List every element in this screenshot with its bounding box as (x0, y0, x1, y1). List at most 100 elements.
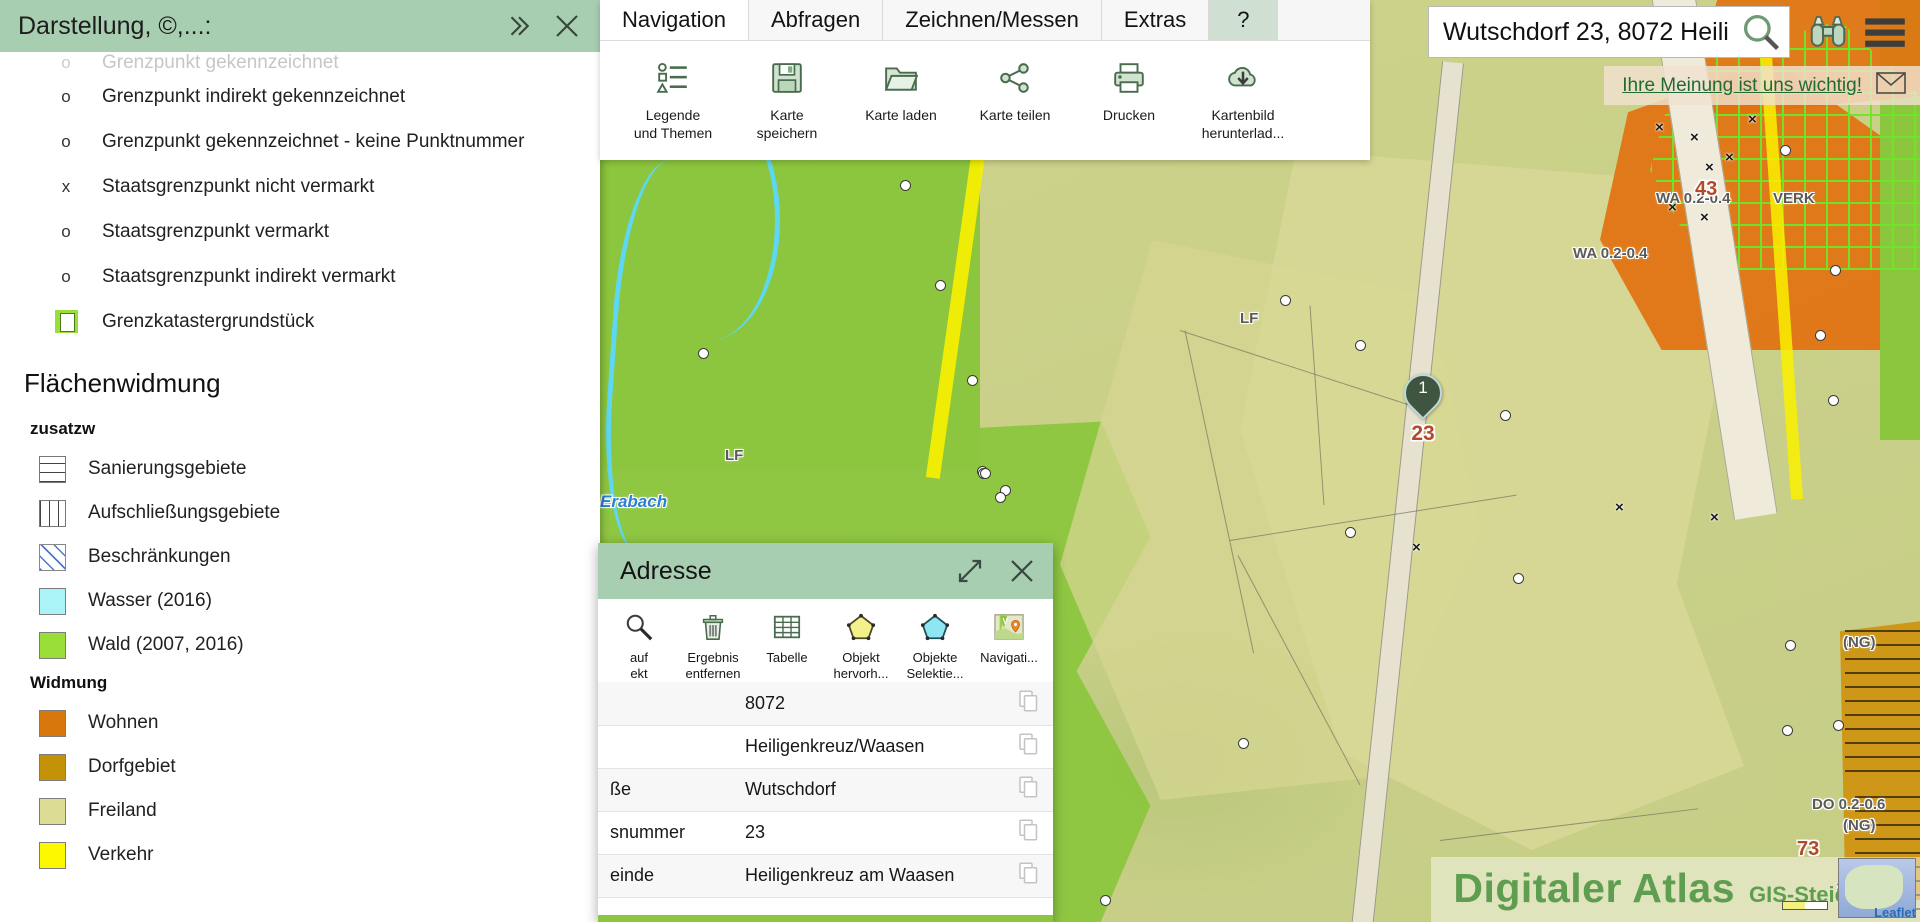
attribute-key: snummer (598, 811, 733, 855)
survey-point (1355, 340, 1366, 351)
attribute-value: 8072 (733, 682, 1005, 726)
legend-symbol: o (30, 87, 102, 107)
legend-item-zusatzw[interactable]: Aufschließungsgebiete (0, 491, 600, 535)
envelope-icon[interactable] (1876, 72, 1906, 99)
legend-item-label: Wohnen (88, 712, 159, 733)
circle-marker-icon: o (61, 53, 71, 72)
legend-swatch (38, 543, 66, 571)
feedback-link[interactable]: Ihre Meinung ist uns wichtig! (1622, 75, 1862, 97)
legend-item-grenzpunkt[interactable]: o Grenzpunkt gekennzeichnet (0, 52, 600, 74)
attribute-key: ße (598, 768, 733, 812)
legend-item-label: Grenzpunkt indirekt gekennzeichnet (102, 85, 406, 107)
address-result-dialog: Adresse auf ekt Ergebnis entfernen Tabel… (598, 543, 1053, 922)
dialog-button-table[interactable]: Tabelle (750, 607, 824, 682)
legend-symbol: o (30, 222, 102, 242)
survey-point (1782, 725, 1793, 736)
search-input-wrapper[interactable] (1428, 6, 1790, 58)
ribbon-button-bar: Legende und Themen Karte speichern Karte l… (600, 41, 1370, 160)
legend-item-grenzpunkt[interactable]: o Staatsgrenzpunkt indirekt vermarkt (0, 254, 600, 299)
map-label: LF (1240, 310, 1259, 327)
top-icon-group (1790, 14, 1920, 50)
dialog-button-select-objects[interactable]: Objekte Selektie... (898, 607, 972, 682)
dialog-button-navigation-map[interactable]: V Navigati... (972, 607, 1046, 682)
ribbon-button-cloud-download[interactable]: Kartenbild herunterlad... (1188, 51, 1298, 160)
legend-item-grenzpunkt[interactable]: o Grenzpunkt gekennzeichnet - keine Punk… (0, 119, 600, 164)
circle-marker-icon: o (61, 266, 71, 286)
legend-panel-header: Darstellung, ©,...: (0, 0, 600, 52)
address-table-row: 8072 (598, 682, 1053, 726)
legend-item-grenzpunkt[interactable]: x Staatsgrenzpunkt nicht vermarkt (0, 164, 600, 209)
legend-symbol (30, 310, 102, 333)
cloud-download-icon (1226, 55, 1260, 101)
ribbon-button-share[interactable]: Karte teilen (960, 51, 1070, 160)
address-marker-pin[interactable]: 1 23 (1396, 366, 1450, 445)
dialog-button-label: Objekte Selektie... (906, 650, 964, 681)
ribbon-button-legend[interactable]: Legende und Themen (618, 51, 728, 160)
dialog-button-zoom-to-object[interactable]: auf ekt (602, 607, 676, 682)
survey-point (900, 180, 911, 191)
legend-item-zusatzw[interactable]: Wasser (2016) (0, 579, 600, 623)
ribbon-button-save[interactable]: Karte speichern (732, 51, 842, 160)
attribute-key: einde (598, 854, 733, 898)
map-label: LF (725, 447, 744, 464)
ribbon-tab-abfragen[interactable]: Abfragen (748, 0, 884, 40)
legend-symbol (16, 631, 88, 659)
legend-item-grenzpunkt[interactable]: o Staatsgrenzpunkt vermarkt (0, 209, 600, 254)
ribbon-button-label: Karte laden (865, 107, 937, 123)
ribbon-tab-zeichnen-messen[interactable]: Zeichnen/Messen (883, 0, 1102, 40)
pin-house-number: 23 (1411, 422, 1435, 445)
leaflet-attribution[interactable]: Leaflet (1874, 905, 1916, 920)
hamburger-menu-icon[interactable] (1864, 15, 1906, 49)
copy-icon[interactable] (1005, 811, 1053, 855)
expand-diagonal-icon[interactable] (955, 556, 985, 586)
copy-icon[interactable] (1005, 682, 1053, 726)
copy-icon[interactable] (1005, 725, 1053, 769)
search-input[interactable] (1443, 17, 1789, 47)
dialog-button-highlight-object[interactable]: Objekt hervorh... (824, 607, 898, 682)
ribbon-tab-extras[interactable]: Extras (1101, 0, 1210, 40)
legend-symbol: o (30, 267, 102, 287)
address-attribute-table: 8072 Heiligenkreuz/Waasen ße Wutschdorf … (598, 682, 1053, 898)
legend-item-zusatzw[interactable]: Wald (2007, 2016) (0, 623, 600, 667)
legend-icon (656, 55, 690, 101)
close-icon[interactable] (1007, 556, 1037, 586)
legend-group-zusatzw: Sanierungsgebiete Aufschließungsgebiete … (0, 447, 600, 667)
survey-point (1513, 573, 1524, 584)
legend-symbol (16, 753, 88, 781)
legend-swatch (38, 841, 66, 869)
legend-swatch (38, 499, 66, 527)
ribbon-button-printer[interactable]: Drucken (1074, 51, 1184, 160)
legend-item-zusatzw[interactable]: Beschränkungen (0, 535, 600, 579)
map-label: DO 0.2-0.6 (1812, 796, 1886, 813)
legend-item-widmung[interactable]: Verkehr (0, 833, 600, 877)
survey-point (1830, 265, 1841, 276)
close-icon[interactable] (552, 11, 582, 41)
legend-item-grenzpunkt[interactable]: o Grenzpunkt indirekt gekennzeichnet (0, 74, 600, 119)
legend-item-widmung[interactable]: Wohnen (0, 701, 600, 745)
survey-point (1238, 738, 1249, 749)
legend-item-zusatzw[interactable]: Sanierungsgebiete (0, 447, 600, 491)
legend-panel-title: Darstellung, ©,...: (18, 11, 212, 40)
ribbon-button-folder-open[interactable]: Karte laden (846, 51, 956, 160)
ribbon-tab-navigation[interactable]: Navigation (600, 0, 749, 40)
circle-marker-icon: o (61, 86, 71, 106)
chevrons-right-icon[interactable] (504, 11, 534, 41)
copy-icon[interactable] (1005, 854, 1053, 898)
ribbon-tab-?[interactable]: ? (1209, 0, 1278, 40)
dialog-title: Adresse (620, 556, 712, 585)
legend-item-label: Grenzkatastergrundstück (102, 310, 315, 332)
legend-symbol: o (30, 132, 102, 152)
legend-item-grenzkatastergrundstueck[interactable]: Grenzkatastergrundstück (0, 299, 600, 344)
printer-icon (1112, 55, 1146, 101)
legend-item-label: Freiland (88, 800, 157, 821)
search-bar (1428, 6, 1920, 58)
magnifier-icon[interactable] (1739, 10, 1783, 59)
survey-point-x: × (1700, 209, 1709, 226)
copy-icon[interactable] (1005, 768, 1053, 812)
dialog-button-trash[interactable]: Ergebnis entfernen (676, 607, 750, 682)
survey-point (698, 348, 709, 359)
legend-item-widmung[interactable]: Freiland (0, 789, 600, 833)
folder-open-icon (884, 55, 918, 101)
legend-item-widmung[interactable]: Dorfgebiet (0, 745, 600, 789)
binoculars-icon[interactable] (1808, 14, 1848, 50)
